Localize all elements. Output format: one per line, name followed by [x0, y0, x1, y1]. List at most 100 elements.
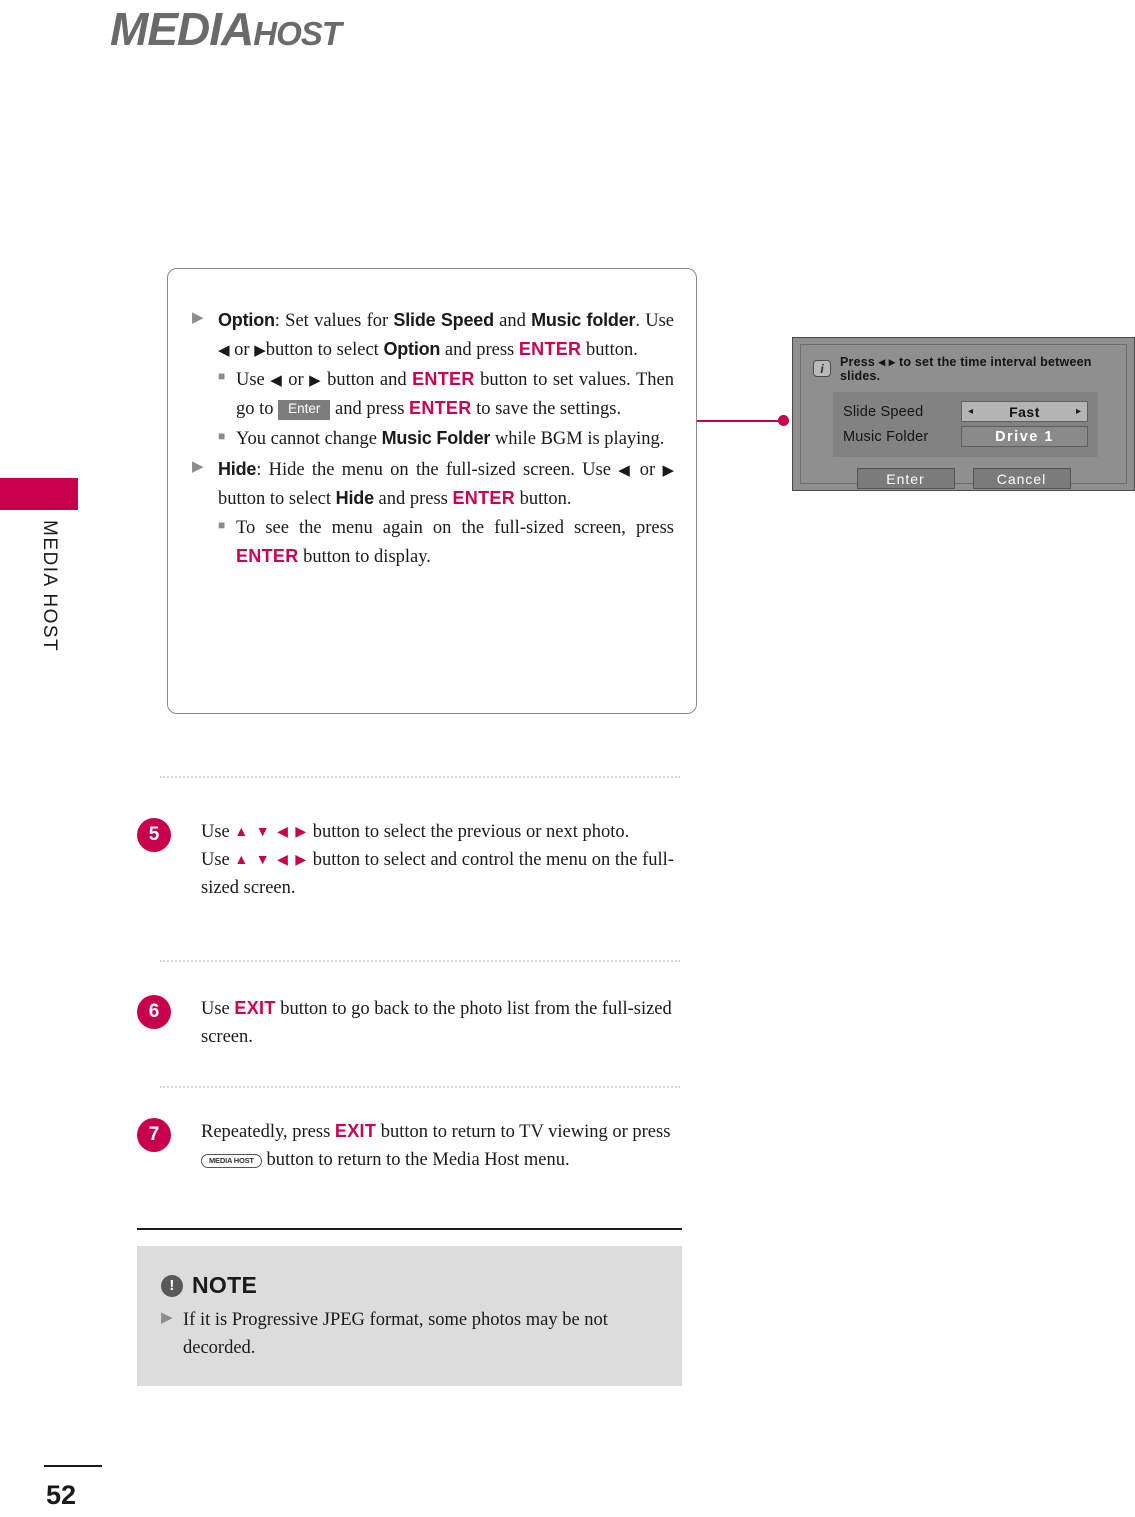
osd-option-dialog: i Press ◂ ▸ to set the time interval bet…: [792, 337, 1135, 491]
osd-value-music-folder: Drive 1: [995, 428, 1054, 445]
step-number-badge: 6: [137, 995, 171, 1029]
note-body: ▶ If it is Progressive JPEG format, some…: [161, 1305, 658, 1362]
osd-settings-group: Slide Speed ◂ Fast ▸ Music Folder Drive …: [833, 392, 1098, 457]
sub2-text-1: You cannot change: [236, 429, 382, 450]
step-separator: [160, 776, 680, 778]
hide-sub1-text-1: To see the menu again on the full-sized …: [236, 518, 674, 538]
step-separator: [160, 960, 680, 962]
sidebar-accent-tab: [0, 478, 78, 510]
step5-line1-pre: Use: [201, 822, 235, 842]
sidebar-section-label: MEDIA HOST: [39, 520, 60, 653]
instruction-box: ▶ Option: Set values for Slide Speed and…: [167, 268, 697, 714]
note-title-text: NOTE: [192, 1272, 258, 1298]
osd-cancel-button[interactable]: Cancel: [972, 468, 1071, 489]
exclamation-icon: !: [161, 1274, 183, 1297]
step6-text-1: Use: [201, 999, 235, 1019]
triangle-right-icon: ▶: [161, 1310, 173, 1326]
step-7-text: Repeatedly, press EXIT button to return …: [201, 1118, 683, 1174]
logo-secondary-text: HOST: [253, 15, 342, 52]
arrow-left-icon: ◀: [618, 462, 633, 479]
keyword-hide: Hide: [218, 458, 257, 479]
note-body-text: If it is Progressive JPEG format, some p…: [183, 1309, 608, 1358]
option-text-1: : Set values for: [274, 310, 394, 331]
step-5-text: Use ▲ ▼ ◀ ▶ button to select the previou…: [201, 818, 683, 902]
sub1-text-6: to save the settings.: [471, 398, 622, 419]
osd-hint-row: i Press ◂ ▸ to set the time interval bet…: [801, 345, 1126, 383]
arrow-right-icon: ▶: [254, 342, 266, 359]
instruction-option-sub-2: ■ You cannot change Music Folder while B…: [218, 424, 674, 455]
instruction-option-sub-1: ■ Use ◀ or ▶ button and ENTER button to …: [218, 364, 674, 423]
osd-label-music-folder: Music Folder: [843, 428, 929, 445]
hide-text-4: and press: [373, 488, 453, 509]
footer-rule: [44, 1465, 102, 1467]
keyword-option: Option: [218, 309, 275, 330]
step-separator: [160, 1086, 680, 1088]
osd-field-slide-speed[interactable]: ◂ Fast ▸: [961, 401, 1088, 422]
caret-left-icon[interactable]: ◂: [968, 406, 973, 417]
keyword-slide-speed: Slide Speed: [393, 309, 494, 330]
step-5: 5 Use ▲ ▼ ◀ ▶ button to select the previ…: [137, 818, 683, 902]
page-number: 52: [46, 1480, 77, 1510]
osd-field-music-folder[interactable]: Drive 1: [961, 426, 1088, 447]
step-number-badge: 7: [137, 1118, 171, 1152]
step-number-badge: 5: [137, 818, 171, 852]
logo-primary-text: MEDIA: [110, 3, 254, 55]
key-enter: ENTER: [412, 369, 475, 389]
keyword-option-2: Option: [383, 338, 441, 359]
instruction-option-sub-2-body: You cannot change Music Folder while BGM…: [236, 425, 674, 454]
option-text-3: . Use: [635, 310, 674, 331]
key-enter: ENTER: [518, 338, 582, 359]
osd-hint-text: Press ◂ ▸ to set the time interval betwe…: [840, 355, 1092, 383]
osd-button-row: Enter Cancel: [801, 468, 1126, 489]
instruction-option-sub-1-body: Use ◀ or ▶ button and ENTER button to se…: [236, 366, 674, 424]
step-6-text: Use EXIT button to go back to the photo …: [201, 995, 683, 1051]
instruction-option-item: ▶ Option: Set values for Slide Speed and…: [192, 305, 674, 364]
hide-sub1-text-2: button to display.: [298, 546, 431, 567]
osd-row-music-folder: Music Folder Drive 1: [843, 424, 1088, 449]
square-bullet-icon: ■: [218, 369, 226, 384]
sub1-text-5: and press: [330, 398, 410, 419]
instruction-box-content: ▶ Option: Set values for Slide Speed and…: [168, 269, 696, 572]
hide-text-2: or: [632, 459, 663, 480]
section-divider: [137, 1228, 682, 1230]
step7-text-1: Repeatedly, press: [201, 1122, 335, 1142]
note-title-row: ! NOTE: [161, 1272, 658, 1299]
step-7: 7 Repeatedly, press EXIT button to retur…: [137, 1118, 683, 1174]
sub1-text-2: or: [282, 370, 310, 390]
keyword-music-folder: Music folder: [531, 309, 636, 330]
key-enter: ENTER: [236, 545, 299, 566]
step-6: 6 Use EXIT button to go back to the phot…: [137, 995, 683, 1051]
sub1-text-1: Use: [236, 370, 271, 390]
option-text-6: and press: [440, 339, 519, 360]
note-box: ! NOTE ▶ If it is Progressive JPEG forma…: [137, 1246, 682, 1386]
square-bullet-icon: ■: [218, 428, 226, 443]
hide-text-5: button.: [515, 488, 572, 509]
key-exit: EXIT: [234, 998, 276, 1018]
triangle-right-icon: ▶: [192, 459, 204, 475]
osd-label-slide-speed: Slide Speed: [843, 403, 924, 420]
callout-connector-dot: [778, 415, 789, 426]
step5-line2-pre: Use: [201, 850, 235, 871]
caret-right-icon[interactable]: ▸: [1076, 406, 1081, 417]
callout-connector-line: [697, 420, 785, 422]
square-bullet-icon: ■: [218, 518, 226, 533]
enter-badge: Enter: [278, 399, 331, 420]
option-text-7: button.: [581, 339, 638, 360]
arrow-right-icon: ▶: [662, 462, 674, 479]
arrow-left-icon: ◀: [270, 373, 283, 389]
instruction-hide-sub-1: ■ To see the menu again on the full-size…: [218, 513, 674, 571]
step5-line1-post: button to select the previous or next ph…: [308, 822, 630, 842]
media-host-remote-button-icon: MEDIA HOST: [201, 1154, 262, 1169]
osd-value-slide-speed: Fast: [1009, 403, 1040, 420]
step7-text-3: button to return to the Media Host menu.: [261, 1150, 570, 1171]
osd-enter-button[interactable]: Enter: [856, 468, 955, 489]
instruction-option-body: Option: Set values for Slide Speed and M…: [218, 307, 674, 365]
arrow-left-icon: ◀: [218, 342, 230, 359]
option-text-2: and: [493, 310, 532, 331]
hide-text-3: button to select: [218, 488, 336, 509]
sub1-text-3: button and: [321, 370, 413, 390]
dpad-arrows-icon: ▲ ▼ ◀ ▶: [234, 853, 309, 869]
keyword-hide-2: Hide: [335, 487, 374, 508]
step7-text-2: button to return to TV viewing or press: [376, 1122, 671, 1142]
key-exit: EXIT: [334, 1121, 377, 1141]
